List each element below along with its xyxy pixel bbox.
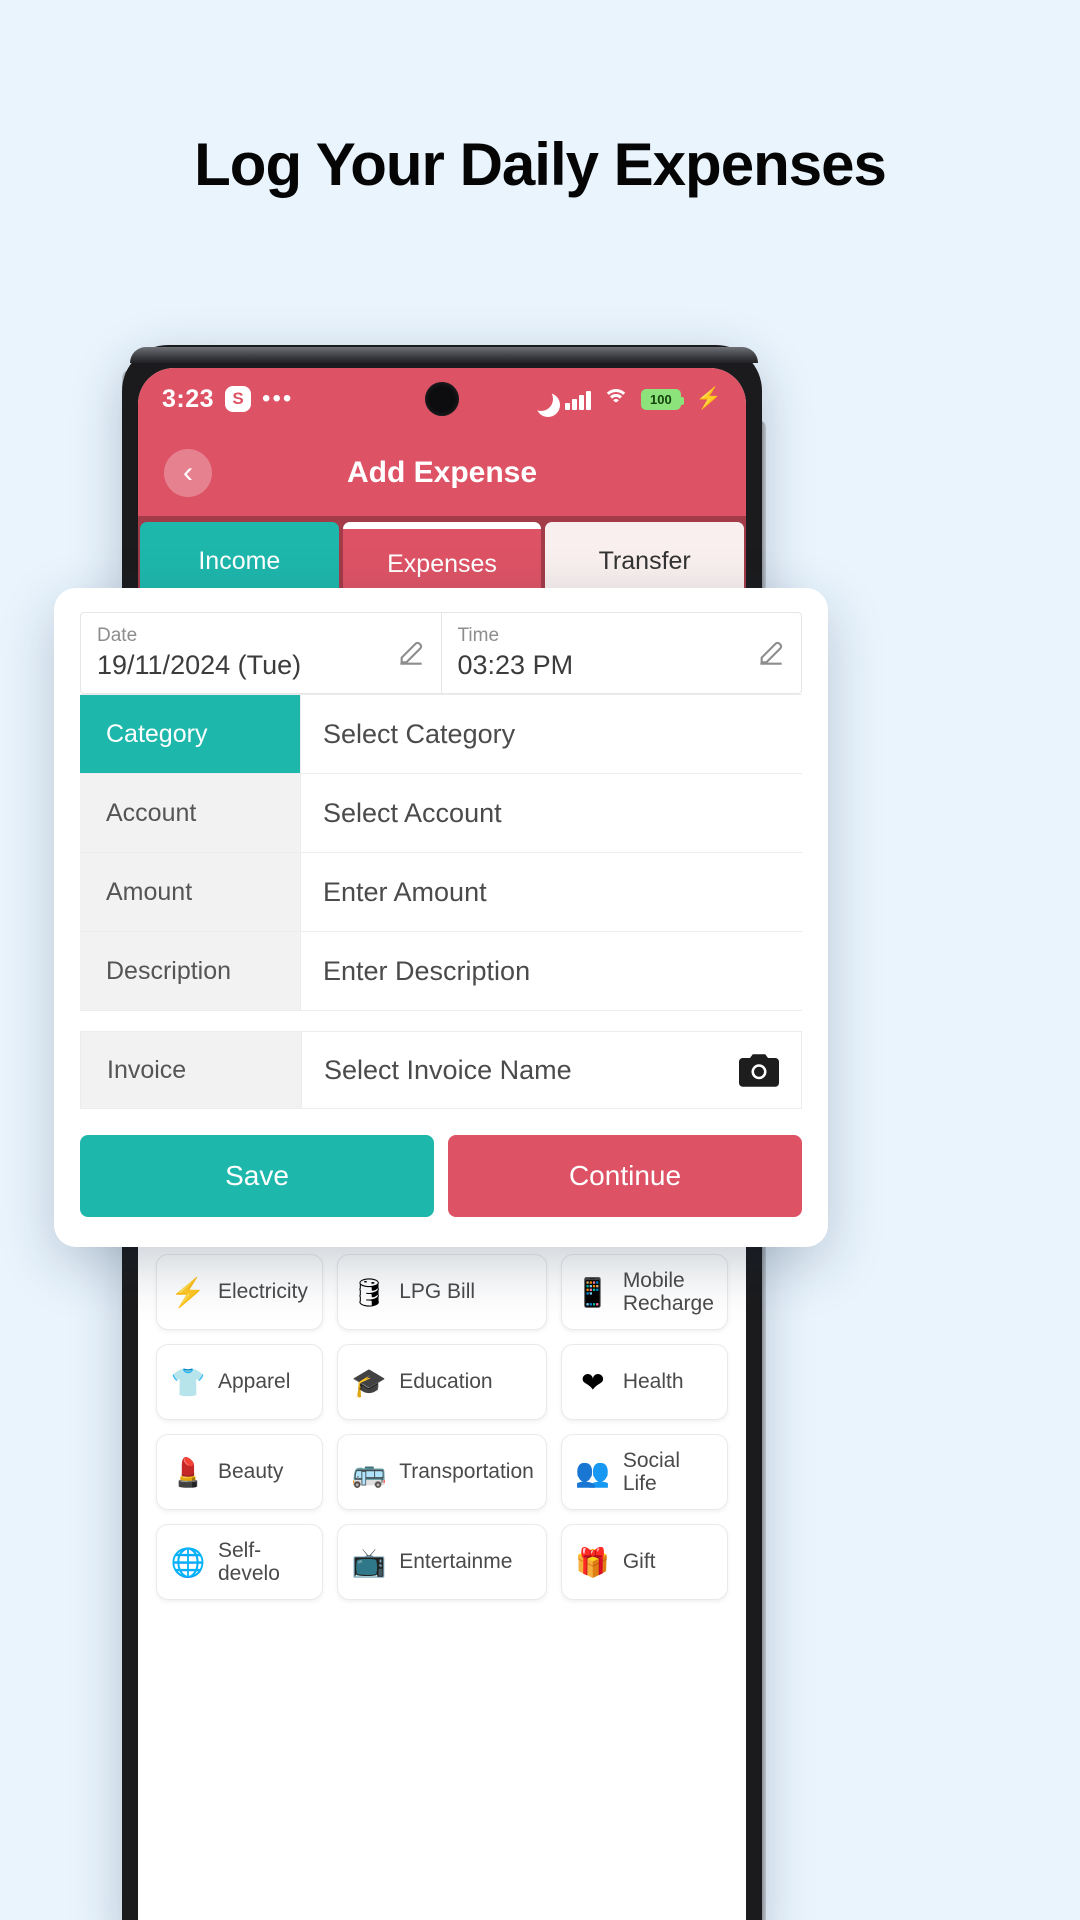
category-card-education[interactable]: 🎓 Education	[337, 1344, 547, 1420]
save-button[interactable]: Save	[80, 1135, 434, 1217]
mobile-recharge-icon: 📱	[575, 1276, 611, 1308]
camera-icon[interactable]	[739, 1053, 779, 1087]
category-label: Apparel	[218, 1370, 291, 1394]
date-value: 19/11/2024 (Tue)	[97, 650, 302, 680]
amount-row-label: Amount	[80, 853, 300, 931]
self-development-icon: 🌐	[170, 1546, 206, 1578]
category-row-label: Category	[80, 695, 300, 773]
date-field[interactable]: Date 19/11/2024 (Tue)	[81, 613, 441, 693]
category-label: Entertainme	[399, 1550, 513, 1574]
category-label: Electricity	[218, 1280, 308, 1304]
category-card-social-life[interactable]: 👥 Social Life	[560, 1434, 728, 1510]
invoice-row-label: Invoice	[81, 1032, 301, 1108]
social-life-icon: 👥	[575, 1456, 611, 1488]
account-row-value[interactable]: Select Account	[300, 774, 802, 852]
description-row-label: Description	[80, 932, 300, 1010]
invoice-row-value[interactable]: Select Invoice Name	[301, 1032, 801, 1108]
app-bar-title: Add Expense	[346, 456, 538, 489]
category-card-lpg-bill[interactable]: 🛢 LPG Bill	[337, 1254, 547, 1330]
overflow-dots-icon: •••	[262, 385, 294, 412]
beauty-icon: 💄	[170, 1456, 206, 1488]
app-badge-icon: S	[225, 386, 252, 412]
lpg-cylinder-icon: 🛢	[351, 1276, 387, 1308]
status-bar-left: 3:23 S •••	[162, 385, 293, 414]
app-bar: ‹ Add Expense	[138, 430, 746, 516]
category-card-beauty[interactable]: 💄 Beauty	[156, 1434, 324, 1510]
category-card-electricity[interactable]: ⚡ Electricity	[156, 1254, 324, 1330]
account-row[interactable]: Account Select Account	[80, 774, 802, 853]
moon-icon	[526, 384, 553, 411]
description-row[interactable]: Description Enter Description	[80, 932, 802, 1011]
phone-top-bezel	[130, 347, 758, 363]
category-card-entertainment[interactable]: 📺 Entertainme	[337, 1524, 547, 1600]
amount-input[interactable]: Enter Amount	[300, 853, 802, 931]
promo-screenshot: Log Your Daily Expenses 3:23 S ••• 100 ⚡…	[0, 0, 1080, 1920]
status-bar: 3:23 S ••• 100 ⚡	[138, 368, 746, 430]
category-label: Beauty	[218, 1460, 284, 1484]
transportation-icon: 🚌	[351, 1456, 387, 1488]
category-row-value[interactable]: Select Category	[300, 695, 802, 773]
gift-icon: 🎁	[575, 1546, 611, 1578]
charging-bolt-icon: ⚡	[695, 387, 722, 410]
back-button[interactable]: ‹	[164, 449, 212, 497]
dialog-actions: Save Continue	[80, 1135, 802, 1217]
health-icon: ❤	[581, 1366, 605, 1398]
camera-punch-hole	[425, 382, 459, 416]
time-value: 03:23 PM	[457, 650, 574, 680]
category-label: Education	[399, 1370, 493, 1394]
category-label: Self-develo	[218, 1538, 280, 1585]
invoice-value-text: Select Invoice Name	[324, 1054, 572, 1085]
wifi-icon	[602, 389, 629, 409]
category-label: Mobile Recharge	[622, 1268, 714, 1315]
category-card-transportation[interactable]: 🚌 Transportation	[337, 1434, 547, 1510]
category-card-apparel[interactable]: 👕 Apparel	[156, 1344, 324, 1420]
invoice-row[interactable]: Invoice Select Invoice Name	[80, 1031, 802, 1109]
apparel-icon: 👕	[170, 1366, 206, 1398]
category-card-gift[interactable]: 🎁 Gift	[560, 1524, 728, 1600]
entertainment-icon: 📺	[351, 1546, 387, 1578]
description-input[interactable]: Enter Description	[300, 932, 802, 1010]
time-field[interactable]: Time 03:23 PM	[440, 613, 802, 693]
continue-button[interactable]: Continue	[448, 1135, 802, 1217]
category-label: Health	[622, 1370, 684, 1394]
category-card-mobile-recharge[interactable]: 📱 Mobile Recharge	[560, 1254, 728, 1330]
edit-time-icon[interactable]	[755, 637, 787, 669]
electricity-icon: ⚡	[170, 1276, 206, 1308]
account-row-label: Account	[80, 774, 300, 852]
status-bar-right: 100 ⚡	[526, 384, 722, 411]
education-icon: 🎓	[351, 1366, 387, 1398]
edit-date-icon[interactable]	[395, 637, 427, 669]
category-label: Social Life	[622, 1448, 681, 1495]
category-label: LPG Bill	[399, 1280, 476, 1304]
battery-icon: 100	[640, 388, 684, 410]
category-label: Gift	[622, 1550, 656, 1574]
category-card-health[interactable]: ❤ Health	[560, 1344, 728, 1420]
date-label: Date	[97, 625, 138, 646]
clock-time: 3:23	[162, 384, 215, 413]
add-expense-dialog: Date 19/11/2024 (Tue) Time 03:23 PM Cate…	[54, 588, 828, 1247]
time-label: Time	[457, 625, 500, 646]
category-row[interactable]: Category Select Category	[80, 694, 802, 774]
category-card-self-development[interactable]: 🌐 Self-develo	[156, 1524, 324, 1600]
category-label: Transportation	[399, 1460, 534, 1484]
page-title: Log Your Daily Expenses	[194, 131, 887, 198]
date-time-row: Date 19/11/2024 (Tue) Time 03:23 PM	[80, 612, 802, 694]
amount-row[interactable]: Amount Enter Amount	[80, 853, 802, 932]
signal-icon	[565, 388, 591, 410]
